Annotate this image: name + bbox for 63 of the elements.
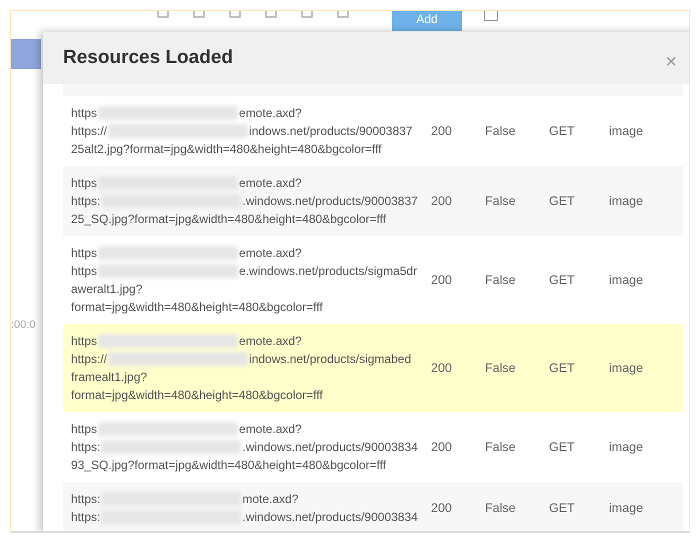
url-text: .windows.net/products/90003834 (242, 440, 418, 454)
url-text: 93_SQ.jpg?format=jpg&width=480&height=480&bgcolor=fff (71, 458, 386, 472)
url-text: https (71, 176, 98, 190)
table-cell-text: image (609, 273, 644, 287)
url-text: e.windows.net/products/sigma5dr (239, 264, 418, 278)
dialog-title: Resources Loaded (63, 47, 233, 69)
url-text: https: (71, 440, 100, 454)
table-cell-text: GET (549, 273, 576, 287)
table-cell-text: image (609, 361, 644, 375)
table-row[interactable]: https emote.axd? https:// indows.net/products/sigmabed framealt1.jpg? format=jpg&width=480&height=480&bgcolor=fff 200 False GET image (63, 324, 683, 412)
table-cell-text: False (485, 273, 517, 287)
url-text: https: (71, 492, 100, 506)
url-text: https:// (71, 124, 108, 138)
url-text: indows.net/products/90003837 (249, 124, 412, 138)
table-row[interactable]: https: mote.axd? https: .windows.net/products/90003834 200 False GET image (63, 482, 683, 531)
table-cell-text: 200 (431, 440, 453, 454)
url-text: https (71, 106, 98, 120)
table-row[interactable]: https emote.axd? https: .windows.net/products/90003837 25_SQ.jpg?format=jpg&width=480&height=480&bgcolor=fff 200 False GET image (63, 166, 683, 236)
time-text: :00:0 (11, 319, 36, 331)
table-cell-text: image (609, 440, 644, 454)
table-cell-text: False (485, 361, 517, 375)
url-text: https:// (71, 352, 108, 366)
table-cell-text: image (609, 124, 644, 138)
table-cell-text: GET (549, 440, 576, 454)
url-text: https (71, 334, 98, 348)
url-text: 25_SQ.jpg?format=jpg&width=480&height=480&bgcolor=fff (71, 212, 386, 226)
url-text: mote.axd? (242, 492, 298, 506)
table-cell-text: 200 (431, 194, 453, 208)
url-text: emote.axd? (239, 334, 302, 348)
url-text: format=jpg&width=480&height=480&bgcolor=fff (71, 388, 323, 402)
table-cell-text: 200 (431, 124, 453, 138)
url-text: emote.axd? (239, 422, 302, 436)
table-cell-text: GET (549, 501, 576, 515)
url-text: framealt1.jpg? (71, 370, 148, 384)
table-cell-text: GET (549, 124, 576, 138)
table-cell-text: 200 (431, 273, 453, 287)
url-text: 25alt2.jpg?format=jpg&width=480&height=480&bgcolor=fff (71, 142, 382, 156)
url-text: aweralt1.jpg? (71, 282, 142, 296)
url-text: indows.net/products/sigmabed (249, 352, 412, 366)
url-text: https (71, 264, 98, 278)
table-cell-text: image (609, 194, 644, 208)
table-cell-text: GET (549, 361, 576, 375)
url-text: emote.axd? (239, 246, 302, 260)
table-cell-text: 200 (431, 501, 453, 515)
table-row[interactable]: https emote.axd? https e.windows.net/products/sigma5dr aweralt1.jpg? format=jpg&width=480&height=480&bgcolor=fff 200 False GET image (63, 236, 683, 324)
table-cell-text: False (485, 194, 517, 208)
table-row[interactable]: https emote.axd? https:// indows.net/products/90003837 25alt2.jpg?format=jpg&width=480&height=480&bgcolor=fff 200 False GET image (63, 96, 683, 166)
url-text: .windows.net/products/90003834 (242, 510, 418, 524)
url-text: https: (71, 194, 100, 208)
url-text: emote.axd? (239, 106, 302, 120)
url-text: emote.axd? (239, 176, 302, 190)
url-text: format=jpg&width=480&height=480&bgcolor=fff (71, 300, 323, 314)
url-text: https (71, 422, 98, 436)
table-cell-text: image (609, 501, 644, 515)
table-row[interactable]: https emote.axd? https: .windows.net/products/90003834 93_SQ.jpg?format=jpg&width=480&height=480&bgcolor=fff 200 False GET image (63, 412, 683, 482)
url-text: .windows.net/products/90003837 (242, 194, 418, 208)
table-cell-text: 200 (431, 361, 453, 375)
url-text: https: (71, 510, 100, 524)
table-cell-text: False (485, 124, 517, 138)
table-cell-text: False (485, 440, 517, 454)
table-cell-text: GET (549, 194, 576, 208)
url-text: https (71, 246, 98, 260)
table-cell-text: False (485, 501, 517, 515)
